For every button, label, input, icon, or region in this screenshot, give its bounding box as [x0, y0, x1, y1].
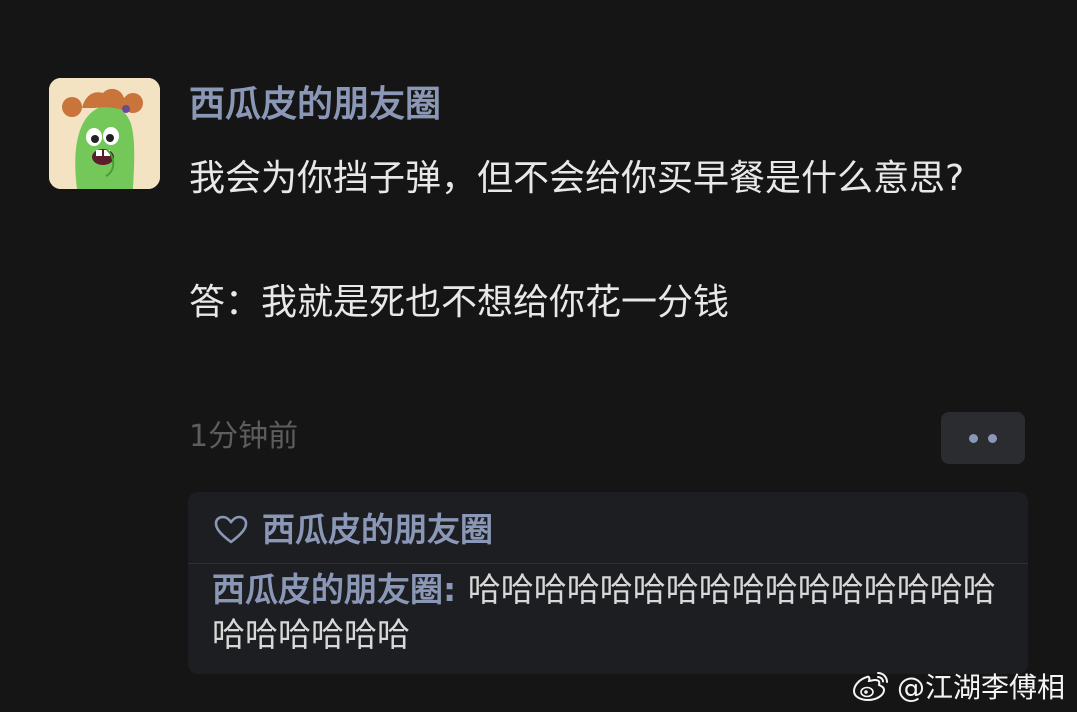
avatar[interactable] [49, 78, 160, 189]
likes-comments-panel: 西瓜皮的朋友圈 西瓜皮的朋友圈: 哈哈哈哈哈哈哈哈哈哈哈哈哈哈哈哈哈哈哈哈哈哈 [188, 492, 1028, 674]
post-content: 我会为你挡子弹，但不会给你买早餐是什么意思? 答：我就是死也不想给你花一分钱 [189, 151, 1019, 331]
comment-separator: : [443, 570, 468, 609]
post-author-name[interactable]: 西瓜皮的朋友圈 [189, 80, 441, 130]
post-text-question: 我会为你挡子弹，但不会给你买早餐是什么意思? [189, 158, 965, 199]
more-dots-icon [988, 433, 997, 443]
heart-outline-icon [214, 515, 248, 545]
more-dots-icon [969, 433, 978, 443]
cartoon-avatar-icon [49, 78, 160, 189]
liker-name[interactable]: 西瓜皮的朋友圈 [262, 506, 493, 554]
comment-author[interactable]: 西瓜皮的朋友圈 [212, 570, 443, 609]
post-timestamp: 1分钟前 [189, 419, 299, 454]
watermark: @江湖李傅相 [851, 664, 1065, 708]
post-text-answer: 答：我就是死也不想给你花一分钱 [189, 282, 730, 323]
likes-row: 西瓜皮的朋友圈 [214, 506, 493, 554]
watermark-text: @江湖李傅相 [896, 671, 1065, 704]
divider [188, 563, 1028, 564]
more-actions-button[interactable] [941, 412, 1025, 464]
weibo-icon [851, 669, 891, 703]
comment-item[interactable]: 西瓜皮的朋友圈: 哈哈哈哈哈哈哈哈哈哈哈哈哈哈哈哈哈哈哈哈哈哈 [212, 567, 1012, 657]
